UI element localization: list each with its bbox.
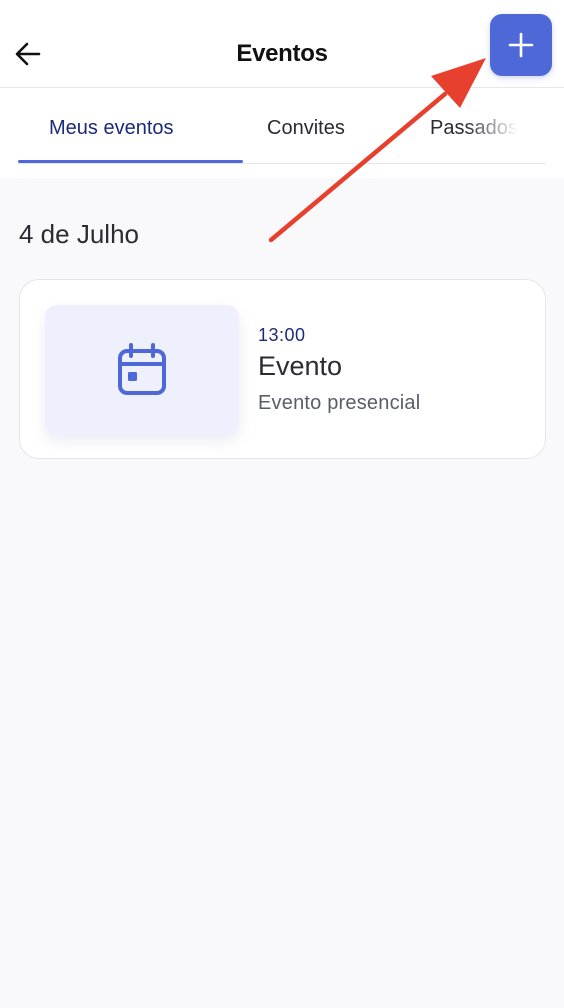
event-thumbnail (45, 305, 239, 435)
page-title: Eventos (236, 40, 328, 67)
tabs-bar: Meus eventos Convites Passados (0, 88, 564, 178)
event-title: Evento (258, 351, 343, 381)
event-time: 13:00 (258, 325, 306, 345)
calendar-icon (118, 343, 166, 395)
event-card[interactable]: 13:00 Evento Evento presencial (19, 279, 546, 459)
active-tab-indicator (18, 160, 243, 163)
add-event-button[interactable] (490, 14, 552, 76)
tab-meus-eventos[interactable]: Meus eventos (49, 117, 174, 140)
tab-convites[interactable]: Convites (267, 117, 345, 140)
date-heading: 4 de Julho (19, 219, 139, 249)
plus-icon (508, 32, 534, 58)
app-header: Eventos (0, 0, 564, 88)
event-subtitle: Evento presencial (258, 392, 421, 414)
tab-passados[interactable]: Passados (430, 117, 518, 140)
tab-list: Meus eventos Convites Passados (18, 88, 546, 164)
